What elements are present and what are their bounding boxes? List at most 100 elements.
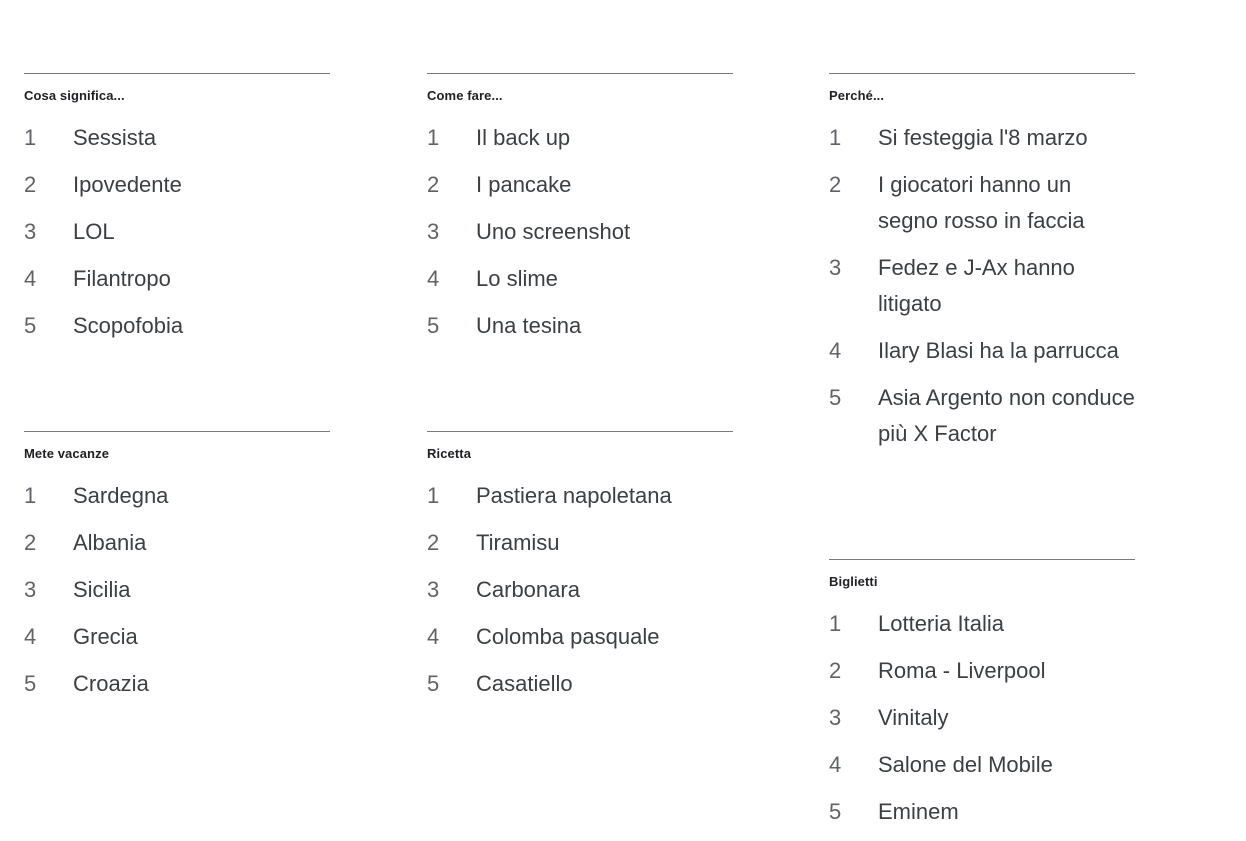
list-item-label[interactable]: LOL xyxy=(73,214,330,250)
list-item[interactable]: 4 Grecia xyxy=(24,619,330,655)
list-item[interactable]: 3 Uno screenshot xyxy=(427,214,733,250)
list-item-label[interactable]: Uno screenshot xyxy=(476,214,733,250)
list-item[interactable]: 4 Salone del Mobile xyxy=(829,747,1135,783)
card-list: 1 Pastiera napoletana 2 Tiramisu 3 Carbo… xyxy=(427,462,733,702)
card-title: Cosa significa... xyxy=(24,88,125,103)
list-item-rank: 4 xyxy=(24,266,37,291)
list-item-rank: 3 xyxy=(427,219,440,244)
list-item-label[interactable]: Salone del Mobile xyxy=(878,747,1135,783)
card-divider xyxy=(427,431,733,432)
list-item-label[interactable]: Ipovedente xyxy=(73,167,330,203)
list-item-label[interactable]: Asia Argento non conduce più X Factor xyxy=(878,380,1135,452)
card-biglietti: Biglietti 1 Lotteria Italia 2 Roma - Liv… xyxy=(829,559,1135,841)
list-item-label[interactable]: Sessista xyxy=(73,120,330,156)
list-item-label[interactable]: I giocatori hanno un segno rosso in facc… xyxy=(878,167,1135,239)
list-item-rank: 2 xyxy=(24,530,37,555)
list-item[interactable]: 5 Asia Argento non conduce più X Factor xyxy=(829,380,1135,452)
list-item[interactable]: 1 Il back up xyxy=(427,120,733,156)
list-item[interactable]: 2 Albania xyxy=(24,525,330,561)
list-item-rank: 3 xyxy=(427,577,440,602)
list-item[interactable]: 3 Sicilia xyxy=(24,572,330,608)
list-item-label[interactable]: Fedez e J-Ax hanno litigato xyxy=(878,250,1135,322)
card-list: 1 Sardegna 2 Albania 3 Sicilia 4 Grecia … xyxy=(24,462,330,702)
card-mete-vacanze: Mete vacanze 1 Sardegna 2 Albania 3 Sici… xyxy=(24,431,330,713)
list-item-label[interactable]: Filantropo xyxy=(73,261,330,297)
list-item-label[interactable]: Scopofobia xyxy=(73,308,330,344)
list-item[interactable]: 2 Roma - Liverpool xyxy=(829,653,1135,689)
card-divider xyxy=(829,559,1135,560)
list-item-rank: 1 xyxy=(829,611,842,636)
list-item[interactable]: 5 Una tesina xyxy=(427,308,733,344)
list-item[interactable]: 4 Lo slime xyxy=(427,261,733,297)
list-item-label[interactable]: Lotteria Italia xyxy=(878,606,1135,642)
list-item[interactable]: 2 I pancake xyxy=(427,167,733,203)
list-item[interactable]: 1 Si festeggia l'8 marzo xyxy=(829,120,1135,156)
card-title: Biglietti xyxy=(829,574,878,589)
list-item-rank: 2 xyxy=(427,172,440,197)
list-item-rank: 4 xyxy=(24,624,37,649)
list-item-rank: 4 xyxy=(427,266,440,291)
list-item[interactable]: 1 Lotteria Italia xyxy=(829,606,1135,642)
list-item[interactable]: 3 LOL xyxy=(24,214,330,250)
card-cosa-significa: Cosa significa... 1 Sessista 2 Ipovedent… xyxy=(24,73,330,355)
list-item-label[interactable]: Tiramisu xyxy=(476,525,733,561)
list-item-rank: 2 xyxy=(24,172,37,197)
card-list: 1 Sessista 2 Ipovedente 3 LOL 4 Filantro… xyxy=(24,104,330,344)
list-item[interactable]: 4 Ilary Blasi ha la parrucca xyxy=(829,333,1135,369)
list-item-label[interactable]: Croazia xyxy=(73,666,330,702)
list-item[interactable]: 1 Sardegna xyxy=(24,478,330,514)
list-item[interactable]: 2 Ipovedente xyxy=(24,167,330,203)
list-item-label[interactable]: Lo slime xyxy=(476,261,733,297)
card-divider xyxy=(829,73,1135,74)
list-item-label[interactable]: Carbonara xyxy=(476,572,733,608)
list-item-rank: 5 xyxy=(24,671,37,696)
list-item-rank: 4 xyxy=(829,752,842,777)
list-item-label[interactable]: Il back up xyxy=(476,120,733,156)
card-title: Ricetta xyxy=(427,446,472,461)
list-item[interactable]: 4 Colomba pasquale xyxy=(427,619,733,655)
list-item[interactable]: 5 Croazia xyxy=(24,666,330,702)
list-item-label[interactable]: I pancake xyxy=(476,167,733,203)
card-list: 1 Si festeggia l'8 marzo 2 I giocatori h… xyxy=(829,104,1135,452)
list-item-label[interactable]: Sardegna xyxy=(73,478,330,514)
list-item-label[interactable]: Roma - Liverpool xyxy=(878,653,1135,689)
list-item-rank: 5 xyxy=(829,385,842,410)
list-item[interactable]: 5 Scopofobia xyxy=(24,308,330,344)
list-item-label[interactable]: Pastiera napoletana xyxy=(476,478,733,514)
list-item-label[interactable]: Colomba pasquale xyxy=(476,619,733,655)
list-item[interactable]: 3 Vinitaly xyxy=(829,700,1135,736)
card-list: 1 Il back up 2 I pancake 3 Uno screensho… xyxy=(427,104,733,344)
card-divider xyxy=(24,73,330,74)
list-item-rank: 4 xyxy=(427,624,440,649)
list-item-rank: 1 xyxy=(427,125,440,150)
card-perche: Perché... 1 Si festeggia l'8 marzo 2 I g… xyxy=(829,73,1135,463)
card-ricetta: Ricetta 1 Pastiera napoletana 2 Tiramisu… xyxy=(427,431,733,713)
list-item-label[interactable]: Grecia xyxy=(73,619,330,655)
list-item[interactable]: 5 Casatiello xyxy=(427,666,733,702)
list-item-rank: 3 xyxy=(24,577,37,602)
list-item-rank: 2 xyxy=(829,658,842,683)
list-item-rank: 1 xyxy=(24,125,37,150)
list-item[interactable]: 2 I giocatori hanno un segno rosso in fa… xyxy=(829,167,1135,239)
list-item-label[interactable]: Albania xyxy=(73,525,330,561)
list-item-label[interactable]: Vinitaly xyxy=(878,700,1135,736)
trending-lists-board: Cosa significa... 1 Sessista 2 Ipovedent… xyxy=(0,0,1246,831)
list-item[interactable]: 4 Filantropo xyxy=(24,261,330,297)
list-item-label[interactable]: Una tesina xyxy=(476,308,733,344)
list-item[interactable]: 3 Fedez e J-Ax hanno litigato xyxy=(829,250,1135,322)
list-item-label[interactable]: Si festeggia l'8 marzo xyxy=(878,120,1135,156)
list-item-label[interactable]: Sicilia xyxy=(73,572,330,608)
list-item-rank: 5 xyxy=(24,313,37,338)
list-item[interactable]: 3 Carbonara xyxy=(427,572,733,608)
list-item-rank: 1 xyxy=(427,483,440,508)
list-item[interactable]: 1 Sessista xyxy=(24,120,330,156)
list-item-rank: 2 xyxy=(427,530,440,555)
list-item[interactable]: 2 Tiramisu xyxy=(427,525,733,561)
list-item-label[interactable]: Eminem xyxy=(878,794,1135,830)
list-item-label[interactable]: Ilary Blasi ha la parrucca xyxy=(878,333,1135,369)
list-item-label[interactable]: Casatiello xyxy=(476,666,733,702)
list-item[interactable]: 5 Eminem xyxy=(829,794,1135,830)
card-come-fare: Come fare... 1 Il back up 2 I pancake 3 … xyxy=(427,73,733,355)
list-item-rank: 1 xyxy=(24,483,37,508)
list-item[interactable]: 1 Pastiera napoletana xyxy=(427,478,733,514)
